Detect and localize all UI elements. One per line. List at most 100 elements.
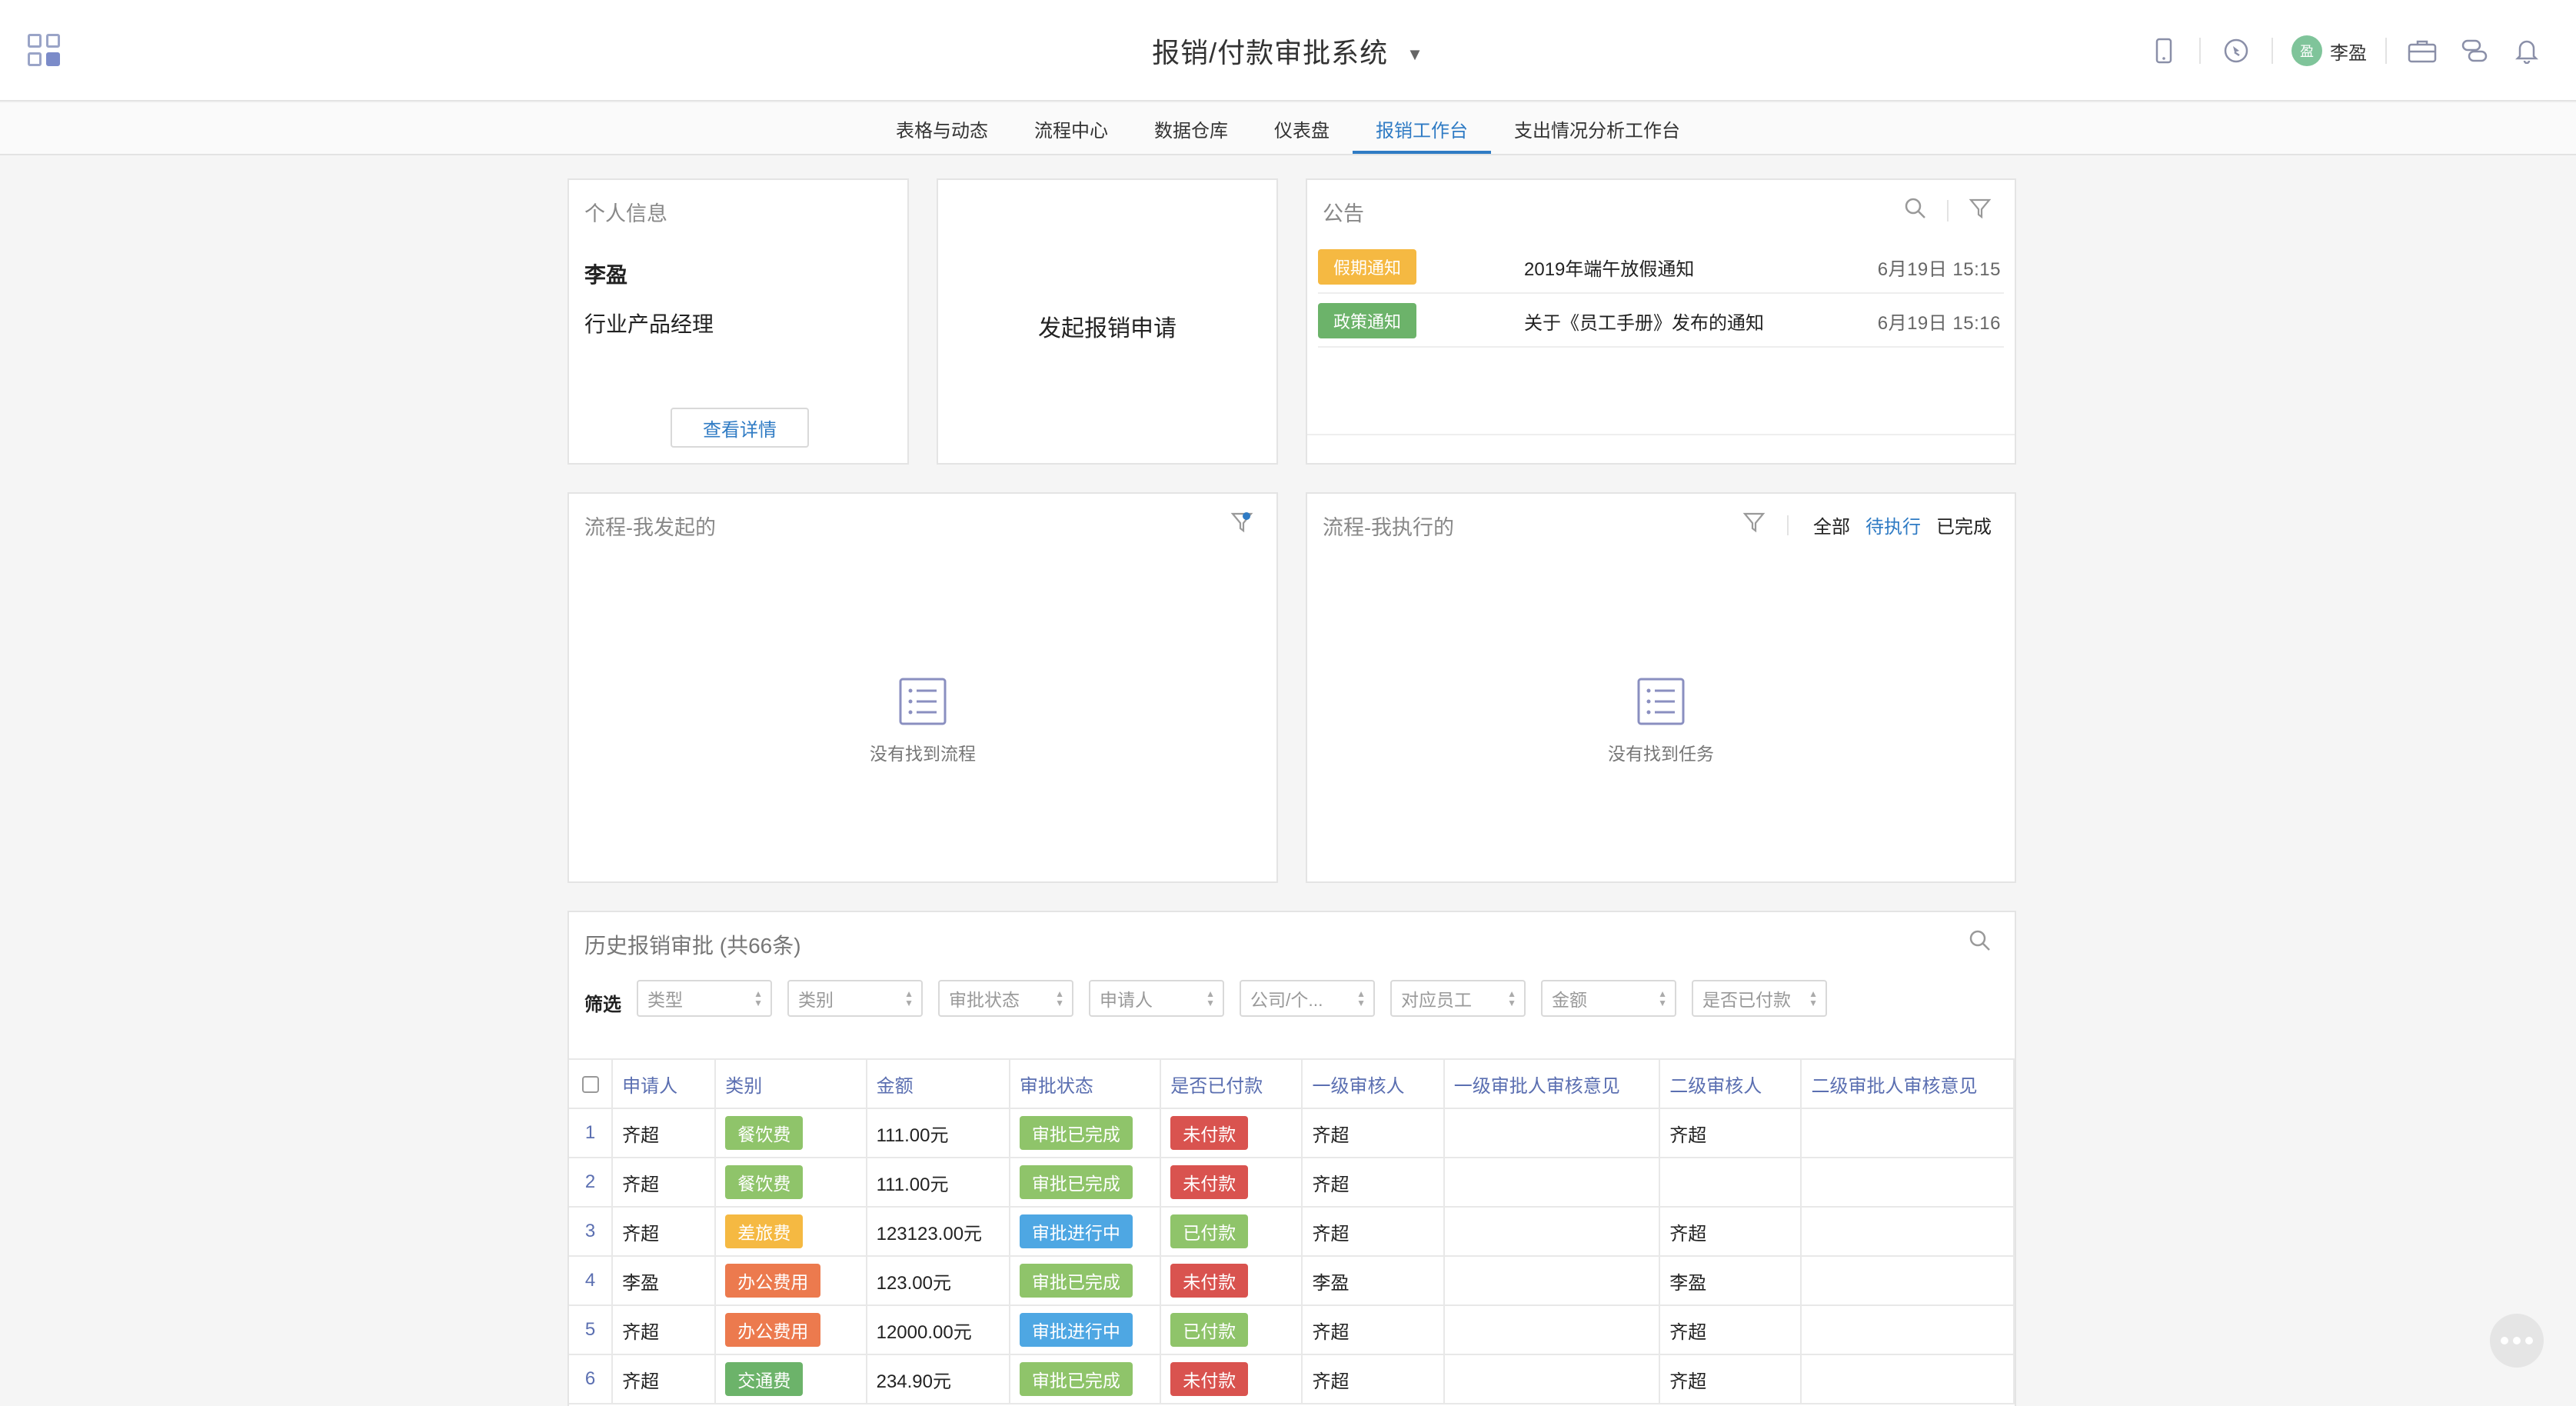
tab-process-center[interactable]: 流程中心 xyxy=(1011,103,1131,154)
divider xyxy=(2199,38,2201,64)
category-tag: 差旅费 xyxy=(725,1214,804,1248)
history-title: 历史报销审批 (共66条) xyxy=(584,934,801,958)
empty-state: 没有找到任务 xyxy=(1307,677,2015,765)
filter-placeholder: 金额 xyxy=(1552,990,1587,1010)
tab-data-warehouse[interactable]: 数据仓库 xyxy=(1131,103,1251,154)
select-all-header xyxy=(569,1058,614,1109)
column-header[interactable]: 一级审核人 xyxy=(1302,1058,1445,1109)
divider xyxy=(1307,434,2015,435)
user-name: 李盈 xyxy=(584,263,628,287)
status-badge: 审批进行中 xyxy=(1019,1214,1133,1248)
history-table-body: 1 齐超 餐饮费 111.00元 审批已完成 未付款 齐超 齐超 2 齐超 餐饮费 111.00元 审批… xyxy=(569,1108,2015,1404)
mobile-icon[interactable] xyxy=(2147,34,2181,68)
announcement-tag: 政策通知 xyxy=(1318,303,1416,338)
chevron-down-icon[interactable]: ▼ xyxy=(1406,45,1424,65)
chat-button[interactable] xyxy=(2490,1314,2544,1368)
tab-all[interactable]: 全部 xyxy=(1813,511,1850,538)
table-row[interactable]: 5 齐超 办公费用 12000.00元 审批进行中 已付款 齐超 齐超 xyxy=(569,1305,2015,1355)
category-cell: 办公费用 xyxy=(715,1305,867,1355)
divider xyxy=(2385,38,2387,64)
announcement-row[interactable]: 假期通知 2019年端午放假通知 6月19日 15:15 xyxy=(1318,242,2004,294)
table-row[interactable]: 4 李盈 办公费用 123.00元 审批已完成 未付款 李盈 李盈 xyxy=(569,1256,2015,1306)
row-number: 3 xyxy=(569,1207,614,1257)
announcement-row[interactable]: 政策通知 关于《员工手册》发布的通知 6月19日 15:16 xyxy=(1318,295,2004,348)
bell-icon[interactable] xyxy=(2510,34,2544,68)
table-row[interactable]: 3 齐超 差旅费 123123.00元 审批进行中 已付款 齐超 齐超 xyxy=(569,1207,2015,1257)
status-badge: 审批已完成 xyxy=(1019,1165,1133,1199)
applicant-cell: 齐超 xyxy=(612,1207,717,1257)
sort-arrows-icon: ▲ ▼ xyxy=(754,988,763,1008)
table-row[interactable]: 6 齐超 交通费 234.90元 审批已完成 未付款 齐超 齐超 xyxy=(569,1354,2015,1404)
column-header[interactable]: 金额 xyxy=(866,1058,1010,1109)
tab-sheets[interactable]: 表格与动态 xyxy=(873,103,1011,154)
paid-badge: 未付款 xyxy=(1170,1264,1249,1298)
opinion1-cell xyxy=(1443,1158,1661,1208)
empty-message: 没有找到任务 xyxy=(1608,744,1714,764)
tab-expense-analysis[interactable]: 支出情况分析工作台 xyxy=(1491,103,1703,154)
filter-icon[interactable] xyxy=(1742,511,1766,539)
row-number: 1 xyxy=(569,1108,614,1158)
paid-cell: 未付款 xyxy=(1160,1108,1303,1158)
column-header[interactable]: 一级审批人审核意见 xyxy=(1443,1058,1661,1109)
sort-arrows-icon: ▲ ▼ xyxy=(1356,988,1366,1008)
table-row[interactable]: 1 齐超 餐饮费 111.00元 审批已完成 未付款 齐超 齐超 xyxy=(569,1108,2015,1158)
user-menu[interactable]: 盈 李盈 xyxy=(2291,35,2367,66)
status-badge: 审批已完成 xyxy=(1019,1362,1133,1396)
column-header[interactable]: 二级审核人 xyxy=(1659,1058,1802,1109)
sort-arrows-icon: ▲ ▼ xyxy=(1507,988,1516,1008)
category-tag: 办公费用 xyxy=(725,1264,821,1298)
filter-category[interactable]: 类别 ▲ ▼ xyxy=(787,980,923,1017)
column-header[interactable]: 是否已付款 xyxy=(1160,1058,1303,1109)
column-header[interactable]: 申请人 xyxy=(612,1058,717,1109)
link-icon[interactable] xyxy=(2458,34,2491,68)
reviewer1-cell: 齐超 xyxy=(1302,1108,1445,1158)
search-icon[interactable] xyxy=(1969,929,1992,956)
filter-paid[interactable]: 是否已付款 ▲ ▼ xyxy=(1692,980,1827,1017)
search-icon[interactable] xyxy=(1904,197,1927,224)
compass-icon[interactable] xyxy=(2219,34,2253,68)
my-executed-flows-card: 流程-我执行的 全部 待执行 已完成 没有找到任务 xyxy=(1306,492,2016,883)
launch-reimbursement-card[interactable]: 发起报销申请 xyxy=(937,178,1278,465)
dot xyxy=(2525,1337,2533,1344)
sort-arrows-icon: ▲ ▼ xyxy=(904,988,914,1008)
status-badge: 审批进行中 xyxy=(1019,1313,1133,1347)
announcement-title: 关于《员工手册》发布的通知 xyxy=(1524,312,1764,334)
filter-status[interactable]: 审批状态 ▲ ▼ xyxy=(938,980,1073,1017)
card-title: 公告 xyxy=(1323,202,1364,225)
view-details-button[interactable]: 查看详情 xyxy=(671,408,809,448)
paid-cell: 已付款 xyxy=(1160,1305,1303,1355)
select-all-checkbox[interactable] xyxy=(581,1075,599,1093)
announcement-date: 6月19日 15:15 xyxy=(1877,258,2001,280)
paid-badge: 未付款 xyxy=(1170,1165,1249,1199)
opinion1-cell xyxy=(1443,1207,1661,1257)
opinion2-cell xyxy=(1801,1158,2015,1208)
announcement-tools xyxy=(1904,197,1992,224)
sort-arrows-icon: ▲ ▼ xyxy=(1055,988,1064,1008)
filter-type[interactable]: 类型 ▲ ▼ xyxy=(637,980,772,1017)
main-nav: 表格与动态 流程中心 数据仓库 仪表盘 报销工作台 支出情况分析工作台 xyxy=(0,103,2576,155)
tab-pending[interactable]: 待执行 xyxy=(1865,511,1921,538)
column-header[interactable]: 审批状态 xyxy=(1009,1058,1162,1109)
tab-reimbursement-workbench[interactable]: 报销工作台 xyxy=(1353,103,1491,154)
filter-icon[interactable] xyxy=(1969,197,1992,224)
filter-applicant[interactable]: 申请人 ▲ ▼ xyxy=(1089,980,1224,1017)
status-badge: 审批已完成 xyxy=(1019,1116,1133,1150)
table-row[interactable]: 2 齐超 餐饮费 111.00元 审批已完成 未付款 齐超 xyxy=(569,1158,2015,1208)
filter-company[interactable]: 公司/个... ▲ ▼ xyxy=(1240,980,1375,1017)
filter-placeholder: 审批状态 xyxy=(949,990,1020,1010)
filter-placeholder: 类型 xyxy=(647,990,683,1010)
column-header[interactable]: 类别 xyxy=(715,1058,867,1109)
filter-employee[interactable]: 对应员工 ▲ ▼ xyxy=(1390,980,1526,1017)
briefcase-icon[interactable] xyxy=(2405,34,2439,68)
paid-cell: 已付款 xyxy=(1160,1207,1303,1257)
card-title: 流程-我执行的 xyxy=(1323,516,1454,539)
app-title-text: 报销/付款审批系统 xyxy=(1152,37,1389,68)
filter-amount[interactable]: 金额 ▲ ▼ xyxy=(1541,980,1676,1017)
reviewer2-cell: 齐超 xyxy=(1659,1108,1802,1158)
tab-completed[interactable]: 已完成 xyxy=(1936,511,1992,538)
column-header[interactable]: 二级审批人审核意见 xyxy=(1801,1058,2015,1109)
paid-cell: 未付款 xyxy=(1160,1256,1303,1306)
amount-cell: 234.90元 xyxy=(866,1354,1010,1404)
opinion2-cell xyxy=(1801,1256,2015,1306)
tab-dashboard[interactable]: 仪表盘 xyxy=(1251,103,1353,154)
